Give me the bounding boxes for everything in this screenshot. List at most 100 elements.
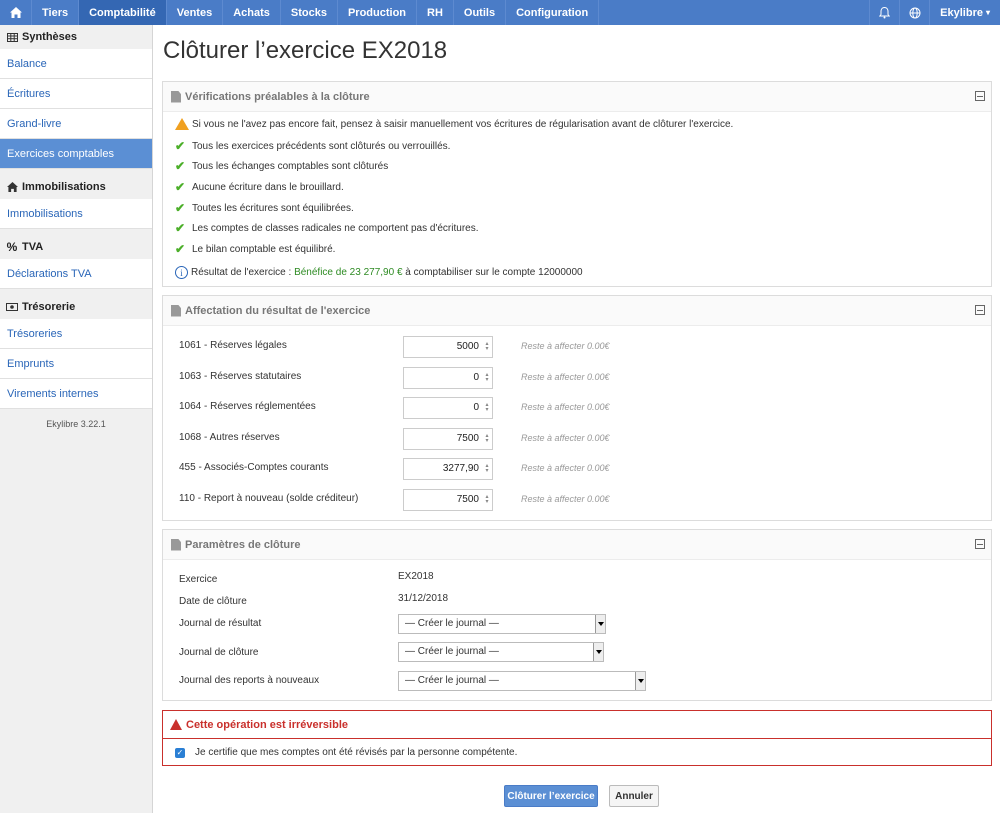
user-name: Ekylibre <box>940 6 983 19</box>
spinner-icon[interactable]: ▴ ▾ <box>484 463 490 474</box>
result-line: i Résultat de l'exercice : Bénéfice de 2… <box>175 266 583 279</box>
sidebar-item-ecritures[interactable]: Écritures <box>0 79 152 109</box>
sidebar-section-tva: % TVA <box>0 235 152 259</box>
sidebar-item-grand-livre[interactable]: Grand-livre <box>0 109 152 139</box>
document-icon <box>171 538 181 551</box>
journal-resultat-label: Journal de résultat <box>179 618 262 629</box>
check-icon: ✔ <box>175 180 186 194</box>
warning-icon <box>175 118 189 130</box>
certify-checkbox[interactable]: ✓ <box>175 747 185 758</box>
sidebar-item-tresoreries[interactable]: Trésoreries <box>0 319 152 349</box>
home-icon[interactable] <box>0 0 32 25</box>
allocation-label: 1064 - Réserves réglementées <box>179 401 316 412</box>
percent-icon: % <box>6 240 18 254</box>
sidebar-section-immobilisations: Immobilisations <box>0 175 152 199</box>
sidebar-item-declarations-tva[interactable]: Déclarations TVA <box>0 259 152 289</box>
collapse-icon[interactable] <box>975 539 985 549</box>
sidebar-item-emprunts[interactable]: Emprunts <box>0 349 152 379</box>
nav-configuration[interactable]: Configuration <box>506 0 600 25</box>
check-item: ✔ Aucune écriture dans le brouillard. <box>175 180 344 194</box>
spinner-icon[interactable]: ▴ ▾ <box>484 372 490 383</box>
check-item-text: Le bilan comptable est équilibré. <box>192 243 336 255</box>
cancel-button[interactable]: Annuler <box>609 785 659 807</box>
allocation-value: 7500 <box>456 433 479 444</box>
irreversible-warning-panel: Cette opération est irréversible ✓ Je ce… <box>162 710 992 766</box>
allocation-remaining: Reste à affecter 0.00€ <box>521 402 610 412</box>
document-icon <box>171 90 181 103</box>
home-icon <box>5 182 19 192</box>
exercice-value: EX2018 <box>398 571 434 582</box>
sidebar-section-syntheses: Synthèses <box>0 25 152 49</box>
spinner-icon[interactable]: ▴ ▾ <box>484 433 490 444</box>
sidebar-item-balance[interactable]: Balance <box>0 49 152 79</box>
money-icon <box>5 303 19 311</box>
nav-tiers[interactable]: Tiers <box>32 0 80 25</box>
nav-rh[interactable]: RH <box>417 0 454 25</box>
check-item: ✔ Toutes les écritures sont équilibrées. <box>175 201 354 215</box>
allocation-label: 1063 - Réserves statutaires <box>179 371 302 382</box>
checks-panel: Vérifications préalables à la clôture Si… <box>162 81 992 287</box>
allocation-row: 1061 - Réserves légales 5000 ▴ ▾ Reste à a… <box>179 336 979 358</box>
check-warning-text: Si vous ne l'avez pas encore fait, pense… <box>192 118 734 130</box>
allocation-value: 7500 <box>456 494 479 505</box>
check-item-text: Toutes les écritures sont équilibrées. <box>192 202 354 214</box>
sidebar-item-exercices-comptables[interactable]: Exercices comptables <box>0 139 152 169</box>
page-title: Clôturer l’exercice EX2018 <box>163 37 448 64</box>
allocation-value: 5000 <box>456 341 479 352</box>
irreversible-warning-title: Cette opération est irréversible <box>186 718 349 731</box>
collapse-icon[interactable] <box>975 91 985 101</box>
nav-comptabilite[interactable]: Comptabilité <box>79 0 167 25</box>
chevron-down-icon: ▾ <box>985 8 990 17</box>
allocation-input[interactable]: 0 ▴ ▾ <box>403 367 493 389</box>
nav-production[interactable]: Production <box>338 0 418 25</box>
date-cloture-label: Date de clôture <box>179 596 247 607</box>
certify-label: Je certifie que mes comptes ont été révi… <box>195 747 518 758</box>
allocation-remaining: Reste à affecter 0.00€ <box>521 372 610 382</box>
journal-reports-select[interactable]: — Créer le journal — <box>398 671 646 691</box>
bell-icon[interactable] <box>869 0 899 25</box>
user-menu[interactable]: Ekylibre ▾ <box>929 0 1000 25</box>
allocation-input[interactable]: 3277,90 ▴ ▾ <box>403 458 493 480</box>
allocation-value: 0 <box>473 372 479 383</box>
allocation-value: 0 <box>473 402 479 413</box>
sidebar: Synthèses Balance Écritures Grand-livre … <box>0 25 153 813</box>
check-item-text: Tous les exercices précédents sont clôtu… <box>192 140 451 152</box>
journal-cloture-value: — Créer le journal — <box>405 646 499 657</box>
params-panel-header: Paramètres de clôture <box>163 530 991 560</box>
sidebar-section-title: Trésorerie <box>22 301 76 313</box>
nav-ventes[interactable]: Ventes <box>167 0 224 25</box>
irreversible-warning-header: Cette opération est irréversible <box>163 711 991 739</box>
check-item-text: Tous les échanges comptables sont clôtur… <box>192 160 389 172</box>
sidebar-item-virements-internes[interactable]: Virements internes <box>0 379 152 409</box>
journal-resultat-select[interactable]: — Créer le journal — <box>398 614 606 634</box>
sidebar-item-immobilisations[interactable]: Immobilisations <box>0 199 152 229</box>
allocation-panel-header: Affectation du résultat de l'exercice <box>163 296 991 326</box>
journal-cloture-select[interactable]: — Créer le journal — <box>398 642 604 662</box>
check-icon: ✔ <box>175 201 186 215</box>
allocation-input[interactable]: 0 ▴ ▾ <box>403 397 493 419</box>
spinner-icon[interactable]: ▴ ▾ <box>484 494 490 505</box>
spinner-icon[interactable]: ▴ ▾ <box>484 402 490 413</box>
journal-cloture-label: Journal de clôture <box>179 647 259 658</box>
check-item-text: Les comptes de classes radicales ne comp… <box>192 222 479 234</box>
nav-outils[interactable]: Outils <box>454 0 507 25</box>
chevron-down-icon <box>635 672 645 690</box>
allocation-input[interactable]: 7500 ▴ ▾ <box>403 428 493 450</box>
close-exercise-button[interactable]: Clôturer l’exercice <box>504 785 598 807</box>
allocation-input[interactable]: 5000 ▴ ▾ <box>403 336 493 358</box>
allocation-remaining: Reste à affecter 0.00€ <box>521 341 610 351</box>
globe-icon[interactable] <box>899 0 929 25</box>
spinner-icon[interactable]: ▴ ▾ <box>484 341 490 352</box>
allocation-label: 455 - Associés-Comptes courants <box>179 462 329 473</box>
exercice-label: Exercice <box>179 574 218 585</box>
checks-panel-header: Vérifications préalables à la clôture <box>163 82 991 112</box>
allocation-row: 1063 - Réserves statutaires 0 ▴ ▾ Reste à … <box>179 367 979 389</box>
nav-achats[interactable]: Achats <box>223 0 281 25</box>
check-item: ✔ Tous les exercices précédents sont clô… <box>175 139 450 153</box>
check-icon: ✔ <box>175 221 186 235</box>
certify-row: ✓ Je certifie que mes comptes ont été ré… <box>163 739 991 766</box>
nav-stocks[interactable]: Stocks <box>281 0 338 25</box>
collapse-icon[interactable] <box>975 305 985 315</box>
top-nav: Tiers Comptabilité Ventes Achats Stocks … <box>0 0 1000 25</box>
allocation-input[interactable]: 7500 ▴ ▾ <box>403 489 493 511</box>
